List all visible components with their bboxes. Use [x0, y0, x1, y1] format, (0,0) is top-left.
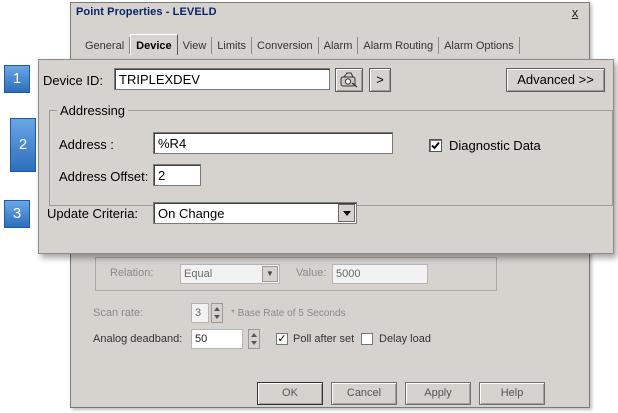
scan-rate-field[interactable]: 3	[191, 303, 209, 323]
diagnostic-data-checkbox[interactable]	[429, 139, 442, 152]
device-settings-callout: Device ID: TRIPLEXDEV > Advanced >> Addr…	[38, 59, 614, 254]
title-bar: Point Properties - LEVELD x	[71, 3, 589, 25]
address-offset-value: 2	[158, 168, 166, 183]
deadband-value: 50	[195, 333, 208, 345]
step-badge-2: 2	[10, 118, 36, 172]
step-badge-3: 3	[4, 200, 30, 228]
addressing-group-title: Addressing	[57, 103, 129, 118]
tab-strip: General Device View Limits Conversion Al…	[83, 34, 520, 59]
tab-limits[interactable]: Limits	[212, 37, 253, 54]
update-criteria-label: Update Criteria:	[47, 206, 139, 221]
deadband-field[interactable]: 50	[191, 329, 243, 349]
update-criteria-value: On Change	[158, 206, 225, 221]
relation-group: Relation: Equal ▼ Value: 5000	[95, 257, 497, 291]
dialog-title: Point Properties - LEVELD	[76, 6, 217, 18]
value-field[interactable]: 5000	[332, 264, 428, 284]
relation-select[interactable]: Equal ▼	[180, 264, 280, 284]
addressing-group	[49, 110, 613, 206]
tab-conversion[interactable]: Conversion	[252, 37, 319, 54]
deadband-label: Analog deadband:	[93, 333, 183, 345]
update-criteria-select[interactable]: On Change	[153, 202, 357, 224]
apply-button[interactable]: Apply	[405, 382, 471, 405]
device-id-label: Device ID:	[43, 73, 103, 88]
chevron-down-icon: ▼	[262, 266, 278, 282]
tab-alarm-options[interactable]: Alarm Options	[439, 37, 520, 54]
tab-alarm-routing[interactable]: Alarm Routing	[358, 37, 440, 54]
device-id-field[interactable]: TRIPLEXDEV	[114, 68, 330, 90]
address-value: %R4	[158, 136, 187, 151]
address-offset-label: Address Offset:	[59, 169, 149, 184]
poll-after-set-label: Poll after set	[293, 333, 355, 345]
tab-device[interactable]: Device	[130, 34, 178, 55]
relation-value: Equal	[184, 268, 213, 280]
relation-label: Relation:	[110, 267, 154, 279]
tab-alarm[interactable]: Alarm	[319, 37, 359, 54]
scan-rate-label: Scan rate:	[93, 307, 144, 319]
help-button[interactable]: Help	[479, 382, 545, 405]
step-badge-1: 1	[4, 65, 30, 93]
cancel-button[interactable]: Cancel	[331, 382, 397, 405]
delay-load-checkbox[interactable]	[361, 333, 373, 345]
address-label: Address :	[59, 137, 114, 152]
scan-rate-spinner[interactable]	[211, 303, 223, 323]
deadband-spinner[interactable]	[248, 329, 260, 349]
tab-view[interactable]: View	[178, 37, 213, 54]
value-label: Value:	[296, 267, 327, 279]
poll-after-set-checkbox[interactable]: ✓	[276, 333, 288, 345]
close-icon[interactable]: x	[567, 5, 583, 21]
chevron-down-icon[interactable]	[338, 204, 355, 222]
device-browse-icon	[340, 72, 358, 88]
scan-rate-value: 3	[195, 307, 202, 319]
scan-rate-note: * Base Rate of 5 Seconds	[231, 308, 346, 319]
tab-general[interactable]: General	[83, 37, 131, 54]
advanced-button[interactable]: Advanced >>	[506, 68, 605, 92]
next-device-button[interactable]: >	[369, 68, 391, 92]
device-id-value: TRIPLEXDEV	[119, 72, 200, 87]
delay-load-label: Delay load	[379, 333, 431, 345]
checkmark-icon	[431, 141, 440, 150]
device-browse-button[interactable]	[335, 68, 363, 92]
value-text: 5000	[336, 268, 361, 280]
address-field[interactable]: %R4	[153, 132, 393, 154]
address-offset-field[interactable]: 2	[153, 164, 201, 186]
diagnostic-data-label: Diagnostic Data	[449, 138, 541, 153]
ok-button[interactable]: OK	[257, 382, 323, 405]
